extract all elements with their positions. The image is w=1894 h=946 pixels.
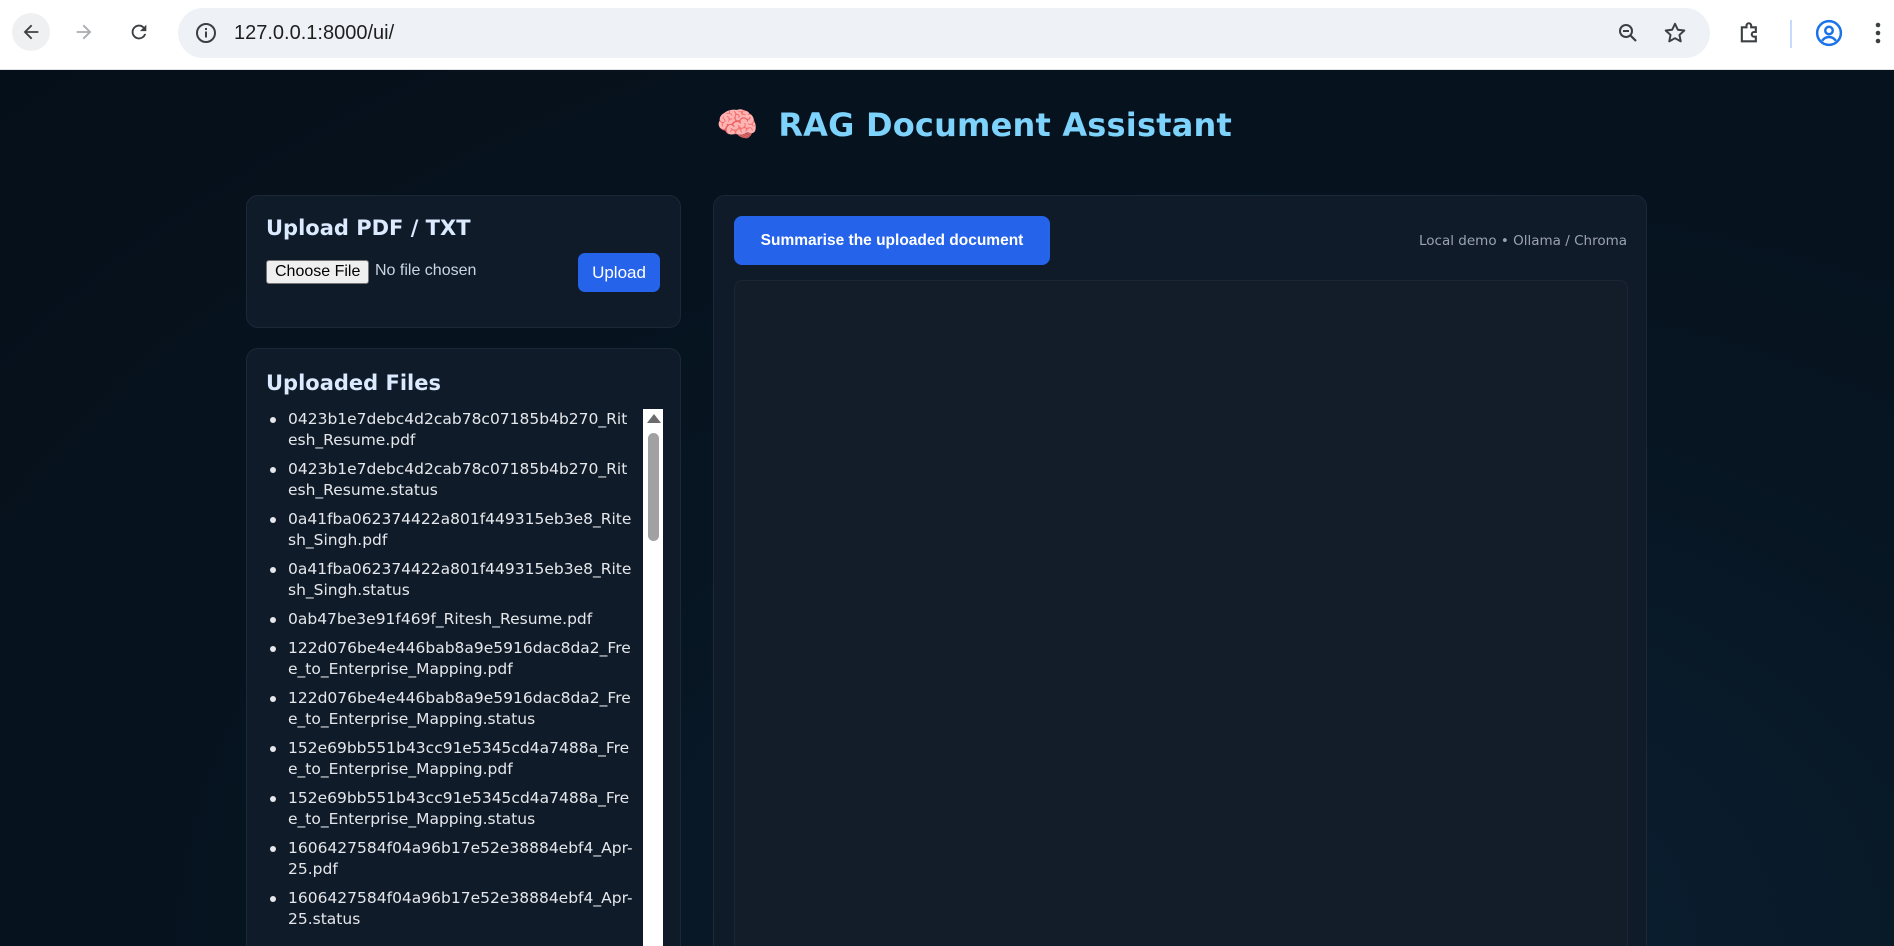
- chat-card: Summarise the uploaded document Local de…: [713, 195, 1647, 946]
- file-list-item: 152e69bb551b43cc91e5345cd4a7488a_Free_to…: [266, 738, 636, 780]
- brain-icon: 🧠: [716, 106, 759, 144]
- page-header: 🧠 RAG Document Assistant: [716, 100, 1232, 150]
- reload-icon[interactable]: [120, 13, 158, 51]
- app-page: 🧠 RAG Document Assistant Upload PDF / TX…: [0, 70, 1894, 946]
- profile-icon[interactable]: [1814, 18, 1844, 48]
- file-list-item: 1606427584f04a96b17e52e38884ebf4_Apr-25.…: [266, 838, 636, 880]
- file-list-item: 1606427584f04a96b17e52e38884ebf4_Apr-25.…: [266, 888, 636, 930]
- file-list-item: 0ab47be3e91f469f_Ritesh_Resume.pdf: [266, 609, 636, 630]
- page-title: RAG Document Assistant: [778, 106, 1232, 144]
- uploaded-files-heading: Uploaded Files: [266, 371, 441, 395]
- forward-arrow-icon[interactable]: [65, 13, 103, 51]
- file-list-item: 0a41fba062374422a801f449315eb3e8_Ritesh_…: [266, 559, 636, 601]
- file-list-item: 0a41fba062374422a801f449315eb3e8_Ritesh_…: [266, 509, 636, 551]
- file-status-text: No file chosen: [375, 262, 477, 279]
- bookmark-star-icon[interactable]: [1662, 20, 1688, 46]
- toolbar-divider: [1790, 20, 1792, 48]
- files-scrollbar[interactable]: [643, 409, 663, 946]
- url-text[interactable]: 127.0.0.1:8000/ui/: [234, 8, 394, 58]
- back-arrow-icon[interactable]: [12, 13, 50, 51]
- file-list-item: 122d076be4e446bab8a9e5916dac8da2_Free_to…: [266, 638, 636, 680]
- site-info-icon[interactable]: [194, 21, 218, 45]
- scrollbar-thumb[interactable]: [648, 433, 659, 541]
- address-bar[interactable]: 127.0.0.1:8000/ui/: [178, 8, 1710, 58]
- backend-info-text: Local demo • Ollama / Chroma: [1419, 233, 1627, 249]
- file-list-item: 0423b1e7debc4d2cab78c07185b4b270_Ritesh_…: [266, 409, 636, 451]
- chat-output-area[interactable]: [734, 280, 1628, 946]
- file-list-item: 0423b1e7debc4d2cab78c07185b4b270_Ritesh_…: [266, 459, 636, 501]
- summarise-button[interactable]: Summarise the uploaded document: [734, 216, 1050, 265]
- zoom-icon[interactable]: [1616, 21, 1640, 45]
- uploaded-files-list[interactable]: 0423b1e7debc4d2cab78c07185b4b270_Ritesh_…: [266, 409, 662, 946]
- extensions-icon[interactable]: [1736, 18, 1764, 46]
- upload-card: Upload PDF / TXT Choose File No file cho…: [246, 195, 681, 328]
- upload-button[interactable]: Upload: [578, 253, 660, 292]
- scroll-up-arrow-icon[interactable]: [647, 414, 661, 423]
- uploaded-files-card: Uploaded Files 0423b1e7debc4d2cab78c0718…: [246, 348, 681, 946]
- upload-heading: Upload PDF / TXT: [266, 216, 471, 240]
- choose-file-button[interactable]: Choose File: [266, 260, 370, 284]
- file-list-item: 152e69bb551b43cc91e5345cd4a7488a_Free_to…: [266, 788, 636, 830]
- browser-toolbar: 127.0.0.1:8000/ui/: [0, 0, 1894, 70]
- more-menu-icon[interactable]: [1872, 18, 1884, 48]
- file-list-item: 122d076be4e446bab8a9e5916dac8da2_Free_to…: [266, 688, 636, 730]
